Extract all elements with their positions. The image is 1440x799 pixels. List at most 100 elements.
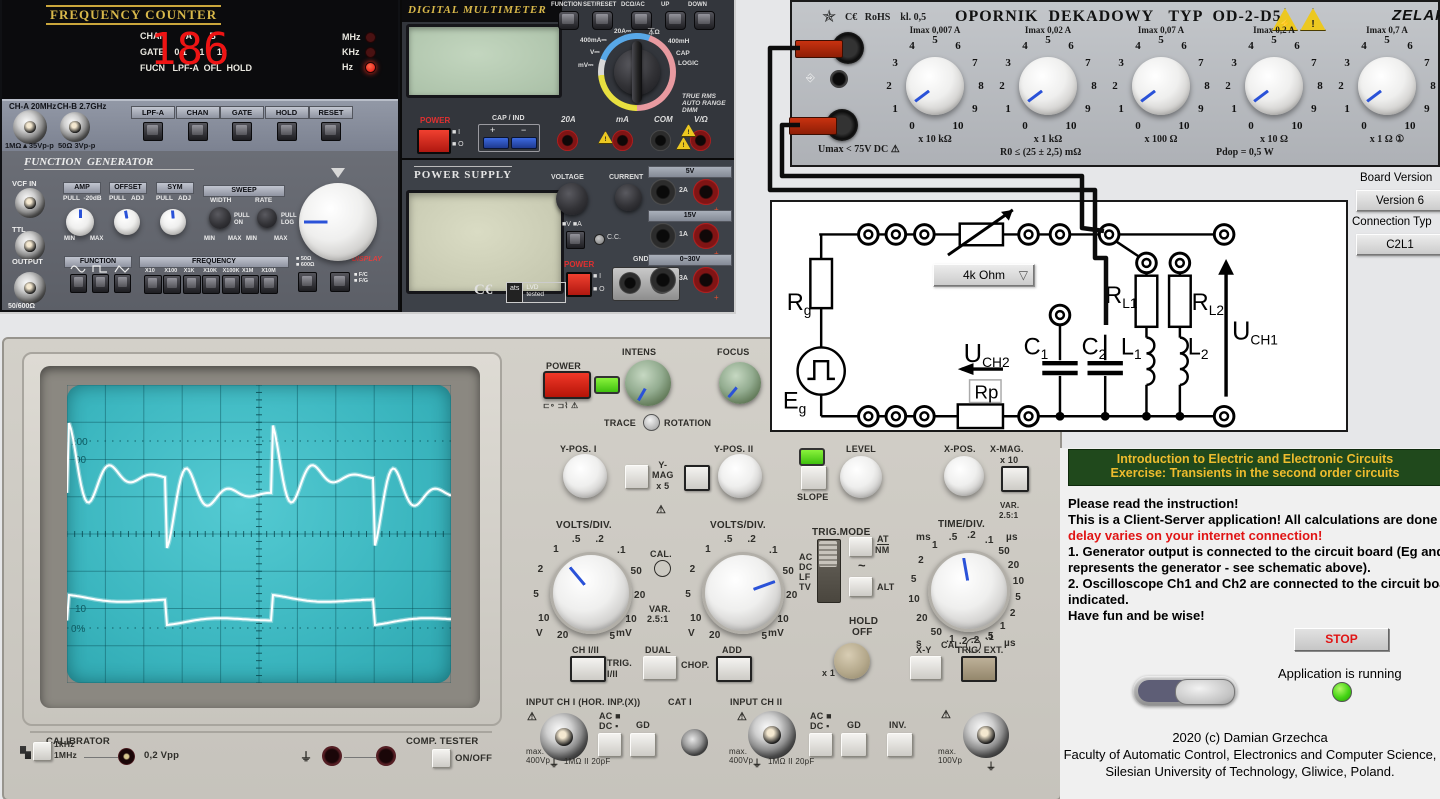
stop-button[interactable]: STOP — [1294, 628, 1389, 651]
resistor-value-select[interactable]: 4k Ohm ▽ — [933, 264, 1035, 287]
intens-knob[interactable] — [625, 360, 671, 406]
atnm-button[interactable] — [849, 537, 873, 557]
trace-rotation-screw[interactable] — [643, 414, 660, 431]
connection-type-select[interactable]: C2L1 — [1356, 234, 1440, 256]
psu-voltage-knob[interactable] — [556, 183, 588, 215]
fg-freq-x10m-button[interactable] — [260, 275, 278, 294]
fg-sweep-rate-knob[interactable] — [257, 208, 277, 228]
cat1-connector[interactable] — [681, 729, 708, 756]
dmm-set-reset-button[interactable] — [592, 11, 613, 30]
fg-wave-square-button[interactable] — [92, 274, 109, 293]
holdoff-knob[interactable] — [834, 643, 870, 679]
calibrator-output-connector[interactable] — [118, 748, 135, 765]
decade-aux-socket[interactable] — [830, 70, 848, 88]
trigmode-slider-handle[interactable] — [819, 541, 837, 567]
ymag-button-right[interactable] — [684, 465, 710, 491]
dual-button[interactable] — [643, 656, 677, 680]
ypos1-knob[interactable] — [563, 454, 607, 498]
ch1-gd-button[interactable] — [630, 733, 656, 757]
xmag-button[interactable] — [1001, 466, 1029, 492]
slope-button[interactable] — [801, 466, 827, 490]
comp-tester-connector[interactable] — [376, 746, 396, 766]
fg-freq-x100-button[interactable] — [163, 275, 181, 294]
focus-knob[interactable] — [719, 362, 761, 404]
volts-div-ch2-knob[interactable] — [702, 552, 784, 634]
banana-plug-1[interactable] — [795, 40, 843, 58]
volts-div-ch1-knob[interactable] — [550, 552, 632, 634]
psu-output-pos-jack[interactable] — [693, 223, 719, 249]
ground-connector[interactable] — [322, 746, 342, 766]
fg-freq-x10k-button[interactable] — [202, 275, 220, 294]
ypos2-knob[interactable] — [718, 454, 762, 498]
ch12-button[interactable] — [570, 656, 606, 682]
decade-knob-x1[interactable] — [1358, 57, 1416, 115]
dmm-capind-slot-plus[interactable] — [483, 137, 509, 149]
ch2-acdc-button[interactable] — [809, 733, 833, 757]
psu-gnd-jack[interactable] — [619, 272, 641, 294]
comp-tester-button[interactable] — [432, 749, 451, 768]
decade-knob-x10[interactable] — [1245, 57, 1303, 115]
fg-freq-x1m-button[interactable] — [241, 275, 259, 294]
fc-button-hold[interactable] — [277, 122, 297, 141]
dmm-jack-ma[interactable] — [612, 130, 633, 151]
psu-output-neg-jack[interactable] — [650, 223, 676, 249]
fg-sweep-width-knob[interactable] — [209, 207, 231, 229]
fg-amp-knob[interactable] — [66, 208, 94, 236]
decade-knob-x10k[interactable] — [906, 57, 964, 115]
fg-vcf-in-bnc[interactable] — [15, 188, 45, 218]
trig-ext-bnc[interactable] — [963, 712, 1009, 758]
fg-freq-x100k-button[interactable] — [222, 275, 240, 294]
fg-main-dial[interactable] — [299, 183, 377, 261]
decade-knob-x100[interactable] — [1132, 57, 1190, 115]
dmm-function-button[interactable] — [558, 11, 579, 30]
fg-freq-x10-button[interactable] — [144, 275, 162, 294]
alt-button[interactable] — [849, 577, 873, 597]
fg-display-button[interactable] — [330, 272, 350, 292]
psu-power-button[interactable] — [566, 272, 592, 297]
xpos-knob[interactable] — [944, 456, 984, 496]
decade-knob-x1k[interactable] — [1019, 57, 1077, 115]
psu-output-pos-jack[interactable] — [693, 179, 719, 205]
psu-output-neg-jack[interactable] — [650, 267, 676, 293]
board-version-select[interactable]: Version 6 — [1356, 190, 1440, 212]
ymag-button-left[interactable] — [625, 465, 649, 489]
fg-offset-knob[interactable] — [114, 209, 140, 235]
level-knob[interactable] — [840, 456, 882, 498]
fg-sym-knob[interactable] — [160, 209, 186, 235]
fg-wave-sine-button[interactable] — [70, 274, 87, 293]
psu-current-knob[interactable] — [615, 184, 642, 211]
add-button[interactable] — [716, 656, 752, 682]
fc-button-reset[interactable] — [321, 122, 341, 141]
fg-output-bnc[interactable] — [14, 272, 46, 304]
trigmode-slider[interactable] — [817, 539, 841, 603]
fg-freq-x1k-button[interactable] — [183, 275, 201, 294]
ch1-acdc-button[interactable] — [598, 733, 622, 757]
fc-button-gate[interactable] — [232, 122, 252, 141]
fc-button-chan[interactable] — [188, 122, 208, 141]
psu-va-button[interactable] — [566, 231, 585, 249]
dmm-capind-slot-minus[interactable] — [511, 137, 537, 149]
banana-plug-2[interactable] — [789, 117, 837, 135]
calibrator-freq-button[interactable] — [33, 742, 52, 761]
fc-channel-b-bnc[interactable] — [60, 112, 90, 142]
dmm-power-button[interactable] — [417, 128, 451, 154]
run-toggle[interactable] — [1133, 676, 1237, 706]
fg-impedance-button[interactable] — [298, 272, 317, 292]
dmm-jack-com[interactable] — [650, 130, 671, 151]
dmm-dc-ac-button[interactable] — [631, 11, 652, 30]
dmm-up-button[interactable] — [665, 11, 686, 30]
psu-output-neg-jack[interactable] — [650, 179, 676, 205]
run-toggle-handle[interactable] — [1175, 679, 1235, 705]
psu-output-pos-jack[interactable] — [693, 267, 719, 293]
scope-power-button[interactable] — [543, 371, 591, 399]
time-div-knob[interactable] — [928, 550, 1010, 632]
xy-button[interactable] — [910, 656, 942, 680]
fg-wave-triangle-button[interactable] — [114, 274, 131, 293]
input-ch2-bnc[interactable] — [748, 711, 796, 759]
ch2-inv-button[interactable] — [887, 733, 913, 757]
ch2-gd-button[interactable] — [841, 733, 867, 757]
dmm-down-button[interactable] — [694, 11, 715, 30]
trigext-button[interactable] — [961, 656, 997, 682]
fc-button-lpf-a[interactable] — [143, 122, 163, 141]
fc-channel-a-bnc[interactable] — [13, 110, 47, 144]
